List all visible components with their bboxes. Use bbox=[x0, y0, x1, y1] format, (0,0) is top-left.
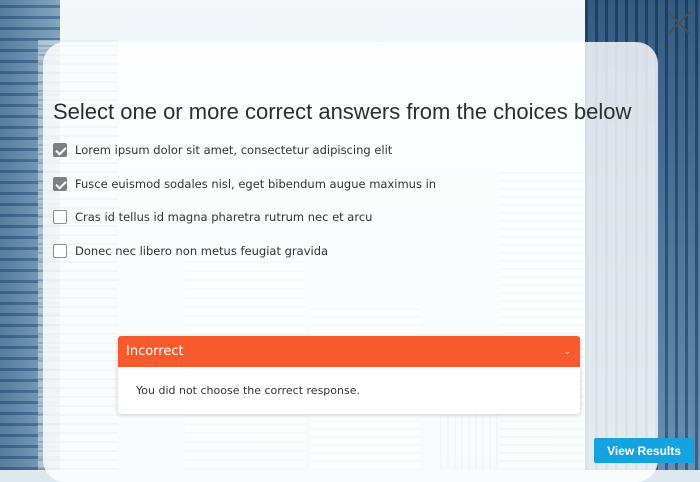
choice-label: Fusce euismod sodales nisl, eget bibendu… bbox=[75, 177, 437, 191]
checkbox-icon[interactable] bbox=[53, 143, 67, 157]
feedback-title: Incorrect bbox=[126, 344, 184, 359]
feedback-message: You did not choose the correct response. bbox=[136, 384, 360, 397]
close-icon[interactable] bbox=[666, 10, 692, 36]
view-results-button[interactable]: View Results bbox=[594, 438, 694, 463]
choice-2[interactable]: Fusce euismod sodales nisl, eget bibendu… bbox=[53, 175, 436, 193]
choice-1[interactable]: Lorem ipsum dolor sit amet, consectetur … bbox=[53, 141, 392, 159]
choice-label: Lorem ipsum dolor sit amet, consectetur … bbox=[75, 143, 393, 157]
checkbox-icon[interactable] bbox=[53, 210, 67, 224]
question-text: Select one or more correct answers from … bbox=[53, 99, 632, 124]
chevron-down-icon[interactable]: ⌄ bbox=[563, 346, 571, 357]
feedback-header[interactable]: Incorrect ⌄ bbox=[118, 336, 580, 367]
choice-label: Cras id tellus id magna pharetra rutrum … bbox=[75, 210, 373, 224]
feedback-panel: Incorrect ⌄ You did not choose the corre… bbox=[118, 336, 580, 414]
choice-4[interactable]: Donec nec libero non metus feugiat gravi… bbox=[53, 242, 328, 260]
choice-label: Donec nec libero non metus feugiat gravi… bbox=[75, 244, 329, 258]
checkbox-icon[interactable] bbox=[53, 177, 67, 191]
choice-3[interactable]: Cras id tellus id magna pharetra rutrum … bbox=[53, 208, 372, 226]
checkbox-icon[interactable] bbox=[53, 244, 67, 258]
